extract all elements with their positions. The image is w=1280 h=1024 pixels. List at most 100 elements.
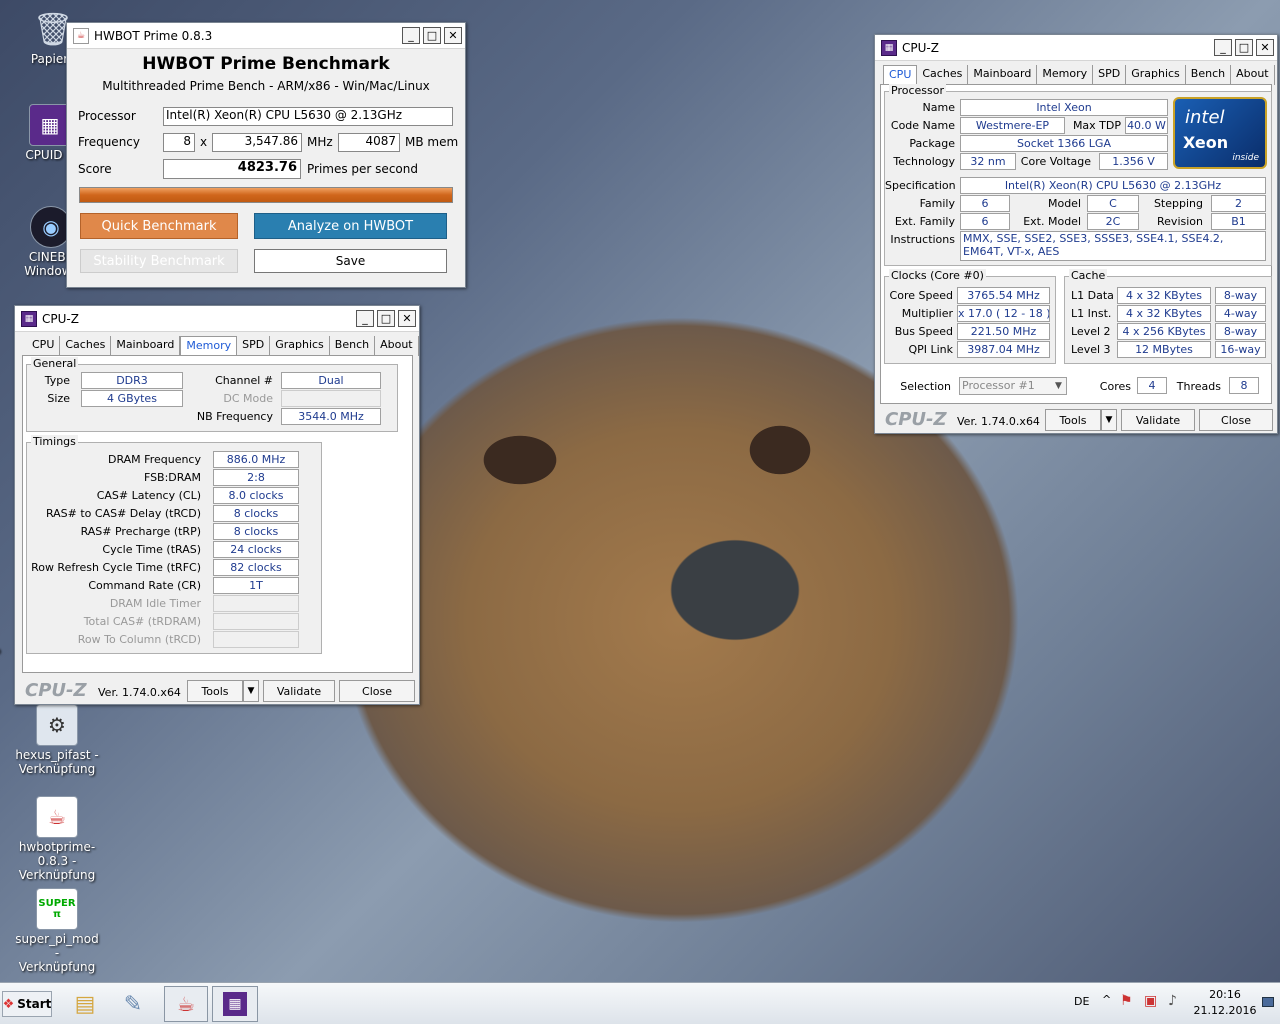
analyze-hwbot-button[interactable]: Analyze on HWBOT xyxy=(254,213,447,239)
close-button[interactable]: ✕ xyxy=(444,27,462,44)
tab-memory[interactable]: Memory xyxy=(1037,65,1094,85)
tab-graphics[interactable]: Graphics xyxy=(270,336,330,356)
tab-caches[interactable]: Caches xyxy=(917,65,969,85)
network-icon[interactable]: ▣ xyxy=(1144,993,1157,1009)
super-pi-icon: SUPER π xyxy=(36,888,78,930)
taskbar-item-java[interactable]: ☕ xyxy=(164,986,208,1022)
group-title: Timings xyxy=(31,435,78,448)
clock-time[interactable]: 20:16 xyxy=(1200,988,1250,1001)
flag-icon[interactable]: ⚑ xyxy=(1120,993,1133,1009)
desktop-icon-super-pi[interactable]: SUPER π super_pi_mod - Verknüpfung xyxy=(12,888,102,974)
group-title: Clocks (Core #0) xyxy=(889,269,986,282)
desktop-icon-label: hwbotprime-0.8.3 - xyxy=(18,840,96,868)
timing-value-field: 886.0 MHz xyxy=(213,451,299,468)
timing-label: RAS# Precharge (tRP) xyxy=(80,525,201,538)
timing-value-field: 1T xyxy=(213,577,299,594)
language-indicator[interactable]: DE xyxy=(1074,995,1089,1008)
instructions-label: Instructions xyxy=(890,233,955,246)
tab-caches[interactable]: Caches xyxy=(60,336,112,356)
tab-about[interactable]: About xyxy=(1231,65,1275,85)
cache-way-field: 8-way xyxy=(1215,287,1266,304)
clock-date[interactable]: 21.12.2016 xyxy=(1190,1004,1260,1017)
tools-dropdown-button[interactable]: ▼ xyxy=(1101,409,1117,431)
channel-field: Dual xyxy=(281,372,381,389)
threads-label: Threads xyxy=(1176,380,1221,393)
inside-text: inside xyxy=(1232,153,1259,163)
timing-label: RAS# to CAS# Delay (tRCD) xyxy=(45,507,201,520)
close-button[interactable]: ✕ xyxy=(398,310,416,327)
start-button[interactable]: ❖ Start xyxy=(2,991,52,1017)
tools-dropdown-button[interactable]: ▼ xyxy=(243,680,259,702)
tab-graphics[interactable]: Graphics xyxy=(1126,65,1186,85)
model-field: C xyxy=(1087,195,1139,212)
validate-button[interactable]: Validate xyxy=(1121,409,1195,431)
tab-bench[interactable]: Bench xyxy=(1186,65,1232,85)
tab-memory[interactable]: Memory xyxy=(180,336,238,356)
speaker-icon[interactable]: ♪ xyxy=(1168,993,1177,1009)
quick-benchmark-button[interactable]: Quick Benchmark xyxy=(80,213,238,239)
tab-about[interactable]: About xyxy=(375,336,419,356)
cpuz-memory-tabs: CPU Caches Mainboard Memory SPD Graphics… xyxy=(27,336,419,356)
type-field: DDR3 xyxy=(81,372,183,389)
tab-spd[interactable]: SPD xyxy=(1093,65,1127,85)
stability-benchmark-button[interactable]: Stability Benchmark xyxy=(80,249,238,273)
package-field: Socket 1366 LGA xyxy=(960,135,1168,152)
tab-cpu[interactable]: CPU xyxy=(27,336,61,356)
intel-brand-text: intel xyxy=(1185,107,1225,128)
maximize-button[interactable]: □ xyxy=(377,310,395,327)
gear-icon: ⚙ xyxy=(36,704,78,746)
taskbar-item-explorer[interactable]: ▤ xyxy=(66,987,104,1021)
hwbot-titlebar[interactable]: ☕ HWBOT Prime 0.8.3 _ □ ✕ xyxy=(67,23,465,49)
group-title: Processor xyxy=(889,84,946,97)
window-title: CPU-Z xyxy=(902,40,939,55)
timing-value-field xyxy=(213,595,299,612)
close-button[interactable]: ✕ xyxy=(1256,39,1274,56)
tools-button[interactable]: Tools xyxy=(187,680,243,702)
tools-button[interactable]: Tools xyxy=(1045,409,1101,431)
close-window-button[interactable]: Close xyxy=(1199,409,1273,431)
timing-label: Row Refresh Cycle Time (tRFC) xyxy=(31,561,201,574)
maximize-button[interactable]: □ xyxy=(1235,39,1253,56)
score-unit-label: Primes per second xyxy=(307,162,418,176)
show-desktop-button[interactable] xyxy=(1262,997,1274,1007)
cpuz-app-icon: ▦ xyxy=(881,39,897,56)
score-field: 4823.76 xyxy=(163,159,301,179)
tab-spd[interactable]: SPD xyxy=(237,336,271,356)
cache-level-label: Level 3 xyxy=(1071,343,1111,356)
taskbar-item-paint[interactable]: ✎ xyxy=(114,987,152,1021)
tab-cpu[interactable]: CPU xyxy=(883,65,918,85)
start-label: Start xyxy=(17,997,52,1011)
frequency-label: Frequency xyxy=(78,135,140,149)
family-field: 6 xyxy=(960,195,1010,212)
minimize-button[interactable]: _ xyxy=(356,310,374,327)
window-title: HWBOT Prime 0.8.3 xyxy=(94,28,213,43)
progress-fill xyxy=(80,188,452,202)
score-label: Score xyxy=(78,162,112,176)
validate-button[interactable]: Validate xyxy=(263,680,335,702)
show-hidden-icons-button[interactable]: ^ xyxy=(1102,993,1111,1006)
timing-label: Cycle Time (tRAS) xyxy=(102,543,201,556)
close-window-button[interactable]: Close xyxy=(339,680,415,702)
save-button[interactable]: Save xyxy=(254,249,447,273)
hwbot-subheading: Multithreaded Prime Bench - ARM/x86 - Wi… xyxy=(102,79,430,93)
tab-mainboard[interactable]: Mainboard xyxy=(968,65,1038,85)
chevron-down-icon[interactable]: ▼ xyxy=(1051,378,1066,394)
multiplier-field: x 17.0 ( 12 - 18 ) xyxy=(957,305,1050,322)
desktop-icon-hexus-pifast[interactable]: ⚙ hexus_pifast - Verknüpfung xyxy=(12,704,102,776)
cpuz-cpu-titlebar[interactable]: ▦ CPU-Z _ □ ✕ xyxy=(875,35,1277,61)
intel-xeon-logo: intel Xeon inside xyxy=(1173,97,1267,169)
taskbar-item-cpuz[interactable]: ▦ xyxy=(212,986,258,1022)
timing-label: CAS# Latency (CL) xyxy=(96,489,201,502)
desktop-icon-hwbotprime[interactable]: ☕ hwbotprime-0.8.3 - Verknüpfung xyxy=(12,796,102,882)
tab-mainboard[interactable]: Mainboard xyxy=(111,336,181,356)
timing-label: Command Rate (CR) xyxy=(88,579,201,592)
timing-value-field: 2:8 xyxy=(213,469,299,486)
maximize-button[interactable]: □ xyxy=(423,27,441,44)
cpuz-memory-titlebar[interactable]: ▦ CPU-Z _ □ ✕ xyxy=(15,306,419,332)
tab-bench[interactable]: Bench xyxy=(330,336,376,356)
minimize-button[interactable]: _ xyxy=(402,27,420,44)
timing-value-field: 24 clocks xyxy=(213,541,299,558)
dc-mode-label: DC Mode xyxy=(223,392,273,405)
minimize-button[interactable]: _ xyxy=(1214,39,1232,56)
timing-label: Row To Column (tRCD) xyxy=(77,633,201,646)
